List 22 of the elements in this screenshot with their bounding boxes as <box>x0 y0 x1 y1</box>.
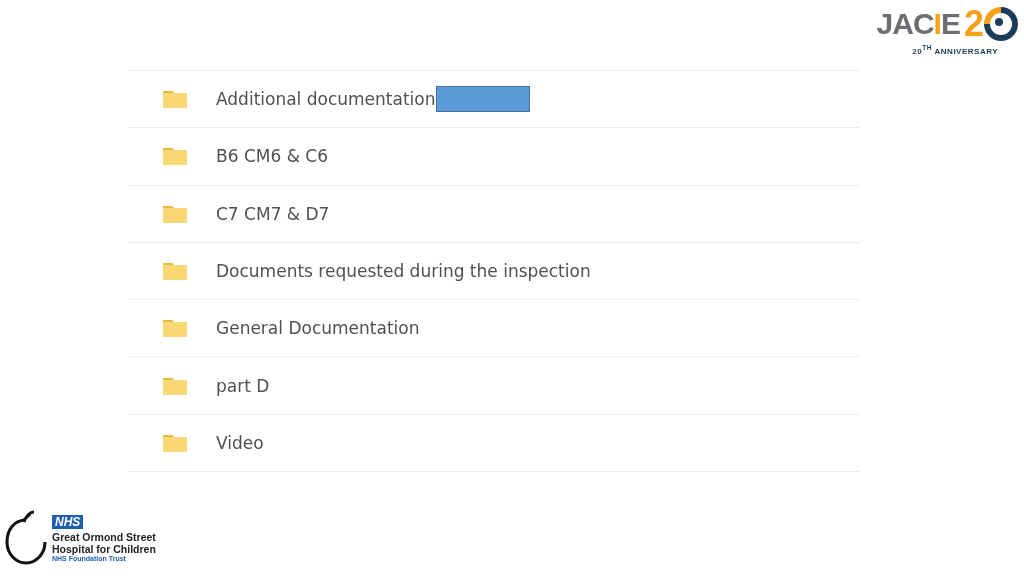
folder-name[interactable]: Documents requested during the inspection <box>216 261 591 282</box>
folder-icon <box>162 261 188 282</box>
folder-icon <box>162 432 188 453</box>
child-head-icon <box>4 510 48 566</box>
logo-text: Hospital for Children <box>52 542 156 555</box>
logo-tagline: 20$^{TH}$ ANNIVERSARY <box>912 44 998 56</box>
folder-icon <box>162 375 188 396</box>
folder-name[interactable]: B6 CM6 & C6 <box>216 146 328 167</box>
folder-name[interactable]: part D <box>216 375 270 396</box>
folder-icon <box>162 203 188 224</box>
folder-name[interactable]: C7 CM7 & D7 <box>216 203 330 224</box>
logo-text: Great Ormond Street <box>52 530 156 543</box>
folder-name[interactable]: General Documentation <box>216 318 420 339</box>
folder-icon <box>162 89 188 110</box>
ring-icon <box>984 7 1018 41</box>
folder-name[interactable]: Additional documentation <box>216 89 436 110</box>
logo-number: 2 <box>963 6 984 42</box>
nhs-badge: NHS <box>52 514 84 529</box>
folder-name[interactable]: Video <box>216 432 264 453</box>
logo-wordmark: JACIE <box>876 7 960 41</box>
folder-icon <box>162 146 188 167</box>
folder-icon <box>162 318 188 339</box>
